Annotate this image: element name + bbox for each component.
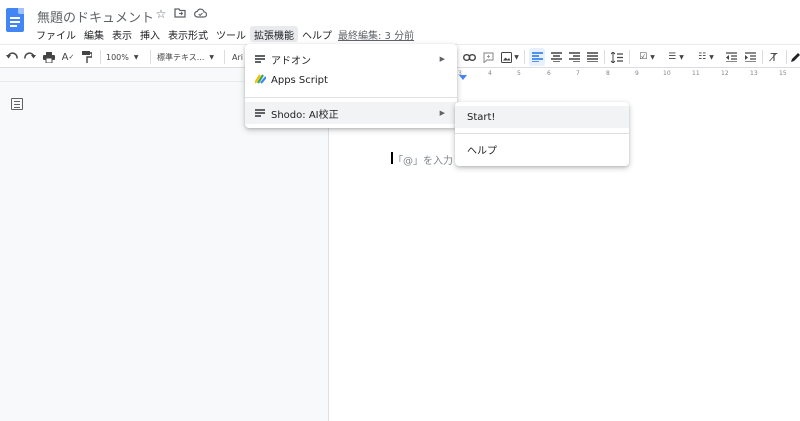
zoom-value: 100% [106, 52, 129, 62]
ruler-number: 5 [517, 70, 521, 77]
document-title[interactable]: 無題のドキュメント [37, 7, 154, 26]
document-outline-icon[interactable] [11, 98, 23, 110]
header: 無題のドキュメント ☆ ファイル 編集 表示 挿入 表示形式 ツール 拡張機能 … [0, 0, 800, 44]
redo-icon[interactable] [22, 48, 38, 66]
menu-edit[interactable]: 編集 [80, 26, 108, 42]
align-right-icon[interactable] [566, 48, 582, 66]
clear-formatting-icon[interactable]: T̸ [766, 48, 782, 66]
font-select[interactable]: Ari [232, 48, 246, 66]
ruler-number: 15 [779, 70, 787, 77]
bulleted-list-icon[interactable]: ☰ ▼ [663, 48, 689, 66]
undo-icon[interactable] [4, 48, 20, 66]
menu-divider [455, 133, 629, 134]
menu-item-help[interactable]: ヘルプ [455, 138, 629, 160]
cloud-status-icon[interactable] [193, 7, 207, 21]
menu-item-label: アドオン [271, 55, 311, 67]
add-ons-icon [255, 55, 265, 63]
ruler-number: 10 [663, 70, 671, 77]
toolbar-divider [604, 50, 605, 64]
document-placeholder: 「@」を入力し [393, 156, 463, 167]
align-left-icon[interactable] [529, 48, 545, 66]
ruler-number: 12 [721, 70, 729, 77]
chevron-down-icon: ▼ [209, 53, 215, 61]
paragraph-style-value: 標準テキス... [157, 52, 205, 62]
menu-bar: ファイル 編集 表示 挿入 表示形式 ツール 拡張機能 ヘルプ [32, 26, 336, 42]
move-to-folder-icon[interactable] [173, 7, 187, 21]
submenu-arrow-icon: ▶ [439, 55, 445, 63]
menu-insert[interactable]: 挿入 [136, 26, 164, 42]
ruler-number: 9 [635, 70, 639, 77]
indent-marker[interactable] [459, 75, 467, 80]
shodo-icon [255, 109, 265, 117]
toolbar-divider [786, 50, 787, 64]
toolbar-divider [150, 50, 151, 64]
star-icon[interactable]: ☆ [154, 7, 168, 21]
spellcheck-icon[interactable]: A ✓ [60, 48, 76, 66]
last-edit-link[interactable]: 最終編集: 3 分前 [338, 27, 414, 42]
paint-format-icon[interactable] [79, 48, 95, 66]
zoom-select[interactable]: 100% ▼ [106, 48, 146, 66]
menu-tools[interactable]: ツール [212, 26, 250, 42]
menu-item-add-ons[interactable]: アドオン ▶ [245, 48, 457, 70]
toolbar-divider [524, 50, 525, 64]
submenu-arrow-icon: ▶ [439, 109, 445, 117]
apps-script-icon [254, 73, 267, 87]
menu-item-label: ヘルプ [467, 145, 497, 157]
link-icon[interactable] [461, 48, 477, 66]
menu-format[interactable]: 表示形式 [164, 26, 212, 42]
font-value: Ari [232, 52, 243, 62]
menu-help[interactable]: ヘルプ [298, 26, 336, 42]
align-justify-icon[interactable] [584, 48, 600, 66]
line-spacing-icon[interactable] [609, 48, 625, 66]
align-center-icon[interactable] [548, 48, 564, 66]
menu-view[interactable]: 表示 [108, 26, 136, 42]
increase-indent-icon[interactable] [742, 48, 758, 66]
toolbar-divider [224, 50, 225, 64]
ruler-number: 11 [692, 70, 700, 77]
menu-item-shodo[interactable]: Shodo: AI校正 ▶ [245, 102, 457, 124]
comment-icon[interactable] [480, 48, 496, 66]
decrease-indent-icon[interactable] [723, 48, 739, 66]
toolbar-divider [762, 50, 763, 64]
ruler-number: 13 [750, 70, 758, 77]
toolbar-divider [629, 50, 630, 64]
print-icon[interactable] [41, 48, 57, 66]
numbered-list-icon[interactable]: ☷ ▼ [693, 48, 719, 66]
menu-file[interactable]: ファイル [32, 26, 80, 42]
checklist-icon[interactable]: ☑ ▼ [634, 48, 660, 66]
extensions-menu: アドオン ▶ Apps Script Shodo: AI校正 ▶ [245, 44, 457, 128]
ruler-number: 8 [606, 70, 610, 77]
editing-mode-icon[interactable] [790, 48, 800, 66]
menu-item-label: Shodo: AI校正 [271, 109, 339, 121]
menu-item-label: Apps Script [271, 74, 328, 86]
menu-item-label: Start! [467, 111, 496, 123]
docs-logo-icon[interactable] [6, 8, 24, 32]
shodo-submenu: Start! ヘルプ [455, 102, 629, 166]
paragraph-style-select[interactable]: 標準テキス... ▼ [157, 48, 219, 66]
ruler-number: 6 [547, 70, 551, 77]
menu-item-apps-script[interactable]: Apps Script [245, 69, 457, 91]
menu-extensions[interactable]: 拡張機能 [250, 26, 298, 42]
chevron-down-icon: ▼ [133, 53, 139, 61]
google-docs-window: 無題のドキュメント ☆ ファイル 編集 表示 挿入 表示形式 ツール 拡張機能 … [0, 0, 800, 421]
ruler-number: 7 [576, 70, 580, 77]
menu-divider [245, 97, 457, 98]
insert-image-icon[interactable]: ▼ [499, 48, 521, 66]
menu-item-start[interactable]: Start! [455, 106, 629, 128]
toolbar-divider [100, 50, 101, 64]
ruler-number: 4 [488, 70, 492, 77]
